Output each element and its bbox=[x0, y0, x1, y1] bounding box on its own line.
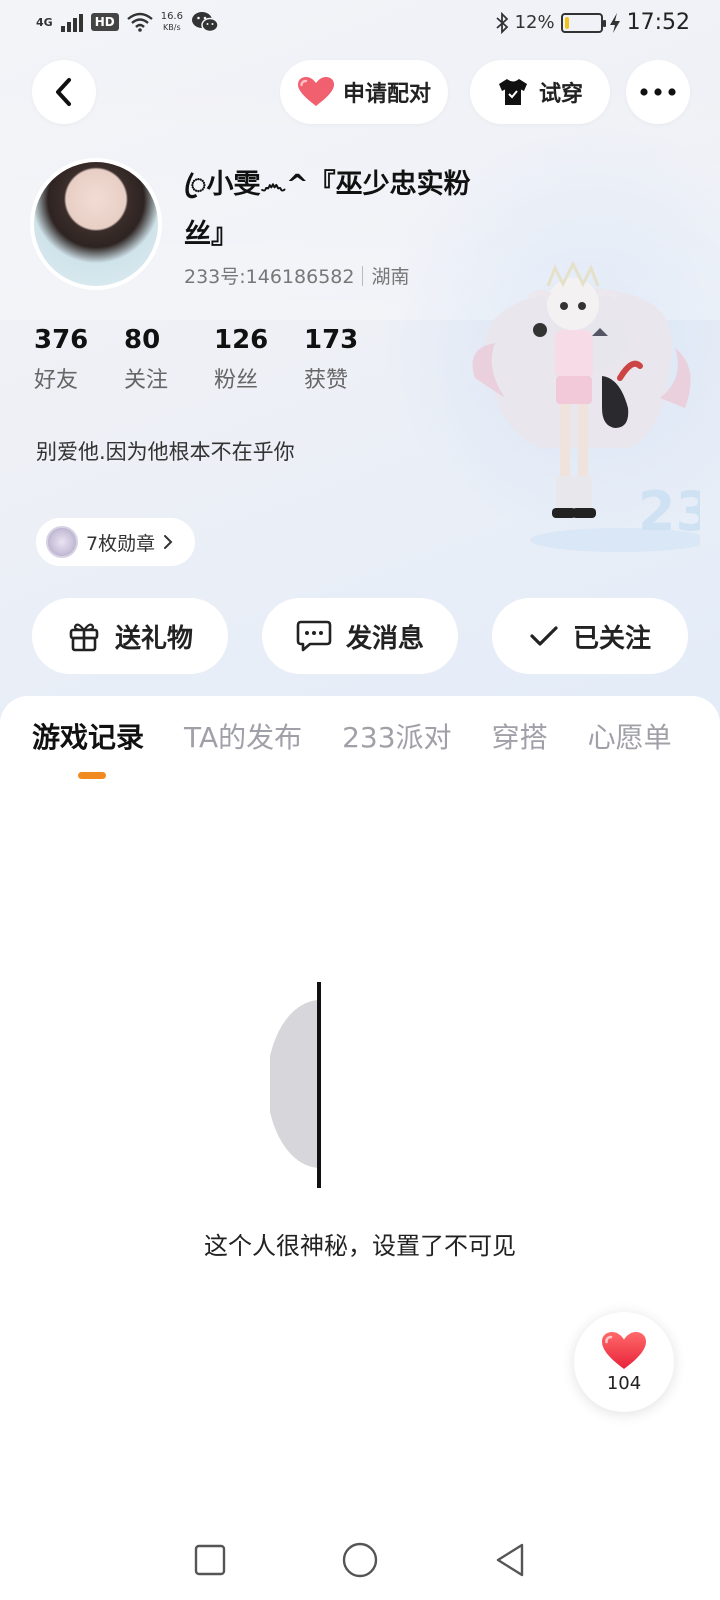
stat-friends[interactable]: 376 好友 bbox=[34, 322, 124, 394]
like-button[interactable]: 104 bbox=[574, 1312, 674, 1412]
medal-button[interactable]: 7枚勋章 bbox=[36, 518, 196, 566]
speed-unit: KB/s bbox=[163, 23, 181, 32]
chevron-left-icon bbox=[56, 78, 71, 106]
circle-icon bbox=[342, 1542, 378, 1578]
recents-button[interactable] bbox=[190, 1540, 230, 1580]
network-speed: 16.6 KB/s bbox=[161, 11, 183, 33]
status-bar: 4G HD 16.6 KB/s 12% 17:52 bbox=[0, 0, 720, 48]
tab-outfits[interactable]: 穿搭 bbox=[492, 716, 548, 756]
signal-icon bbox=[60, 12, 83, 32]
active-tab-indicator bbox=[78, 772, 106, 779]
message-icon bbox=[296, 620, 332, 652]
stat-likes[interactable]: 173 获赞 bbox=[304, 322, 394, 394]
tab-233-party[interactable]: 233派对 bbox=[342, 716, 451, 756]
tshirt-icon bbox=[498, 79, 527, 105]
svg-text:233: 233 bbox=[638, 480, 700, 543]
pair-request-label: 申请配对 bbox=[342, 82, 431, 107]
profile-bio: 别爱他.因为他根本不在乎你 bbox=[36, 440, 295, 464]
following-label: 已关注 bbox=[572, 623, 651, 654]
tab-wishlist[interactable]: 心愿单 bbox=[588, 716, 672, 756]
gift-icon bbox=[69, 623, 99, 652]
stat-label: 好友 bbox=[34, 368, 79, 393]
profile-tabs: 游戏记录 TA的发布 233派对 穿搭 心愿单 bbox=[32, 716, 712, 756]
profile-name: ꦿ小雯෴^『巫少忠实粉丝』 bbox=[184, 169, 471, 250]
avatar-image bbox=[34, 162, 158, 286]
home-button[interactable] bbox=[340, 1540, 380, 1580]
heart-icon bbox=[602, 1331, 646, 1369]
stat-value: 126 bbox=[214, 325, 269, 355]
profile-region: 湖南 bbox=[371, 266, 410, 288]
profile-id[interactable]: 233号:146186582 bbox=[184, 262, 354, 289]
tab-game-records[interactable]: 游戏记录 bbox=[32, 716, 144, 756]
tab-posts[interactable]: TA的发布 bbox=[184, 716, 302, 756]
stat-value: 80 bbox=[124, 325, 161, 355]
battery-percent: 12% bbox=[514, 12, 555, 33]
avatar[interactable] bbox=[30, 158, 162, 290]
clock: 17:52 bbox=[626, 10, 690, 35]
like-count: 104 bbox=[606, 1372, 642, 1394]
stat-label: 获赞 bbox=[304, 368, 349, 393]
stat-fans[interactable]: 126 粉丝 bbox=[214, 322, 304, 394]
stat-value: 376 bbox=[34, 325, 89, 355]
battery-icon bbox=[560, 12, 606, 33]
chevron-right-icon bbox=[164, 535, 173, 549]
checkmark-icon bbox=[530, 626, 558, 646]
system-nav-bar bbox=[0, 1520, 720, 1600]
content-sheet: 游戏记录 TA的发布 233派对 穿搭 心愿单 这个人很神秘，设置了不可见 10… bbox=[0, 696, 720, 1600]
heart-icon bbox=[297, 77, 334, 106]
hd-badge: HD bbox=[90, 13, 119, 31]
speed-value: 16.6 bbox=[160, 11, 183, 22]
medal-icon bbox=[46, 526, 78, 558]
profile-stats: 376 好友 80 关注 126 粉丝 173 获赞 bbox=[34, 322, 394, 394]
stat-following[interactable]: 80 关注 bbox=[124, 322, 214, 394]
medal-label: 7枚勋章 bbox=[86, 532, 156, 555]
bluetooth-icon bbox=[495, 11, 508, 34]
stat-label: 粉丝 bbox=[214, 368, 259, 393]
send-gift-button[interactable]: 送礼物 bbox=[32, 598, 228, 674]
wechat-icon bbox=[191, 12, 219, 33]
pair-request-button[interactable]: 申请配对 bbox=[280, 60, 448, 124]
more-icon bbox=[640, 88, 676, 96]
wifi-icon bbox=[126, 12, 153, 32]
charging-icon bbox=[609, 12, 620, 33]
more-options-button[interactable] bbox=[626, 60, 690, 124]
empty-state-message: 这个人很神秘，设置了不可见 bbox=[204, 1232, 516, 1260]
network-type: 4G bbox=[36, 15, 53, 29]
send-message-button[interactable]: 发消息 bbox=[262, 598, 458, 674]
try-on-label: 试穿 bbox=[538, 82, 583, 107]
triangle-back-icon bbox=[496, 1543, 524, 1577]
stat-value: 173 bbox=[304, 325, 359, 355]
back-button[interactable] bbox=[32, 60, 96, 124]
send-gift-label: 送礼物 bbox=[114, 623, 193, 654]
private-content-illustration bbox=[270, 982, 321, 1188]
divider bbox=[362, 265, 364, 286]
stat-label: 关注 bbox=[124, 368, 169, 393]
send-message-label: 发消息 bbox=[345, 623, 424, 654]
back-nav-button[interactable] bbox=[490, 1540, 530, 1580]
try-on-button[interactable]: 试穿 bbox=[470, 60, 610, 124]
following-button[interactable]: 已关注 bbox=[492, 598, 688, 674]
battery-level bbox=[564, 16, 569, 29]
square-icon bbox=[194, 1544, 226, 1576]
avatar-character-illustration[interactable]: 233 bbox=[470, 258, 700, 558]
profile-id-line: 233号:146186582 湖南 bbox=[184, 262, 409, 289]
